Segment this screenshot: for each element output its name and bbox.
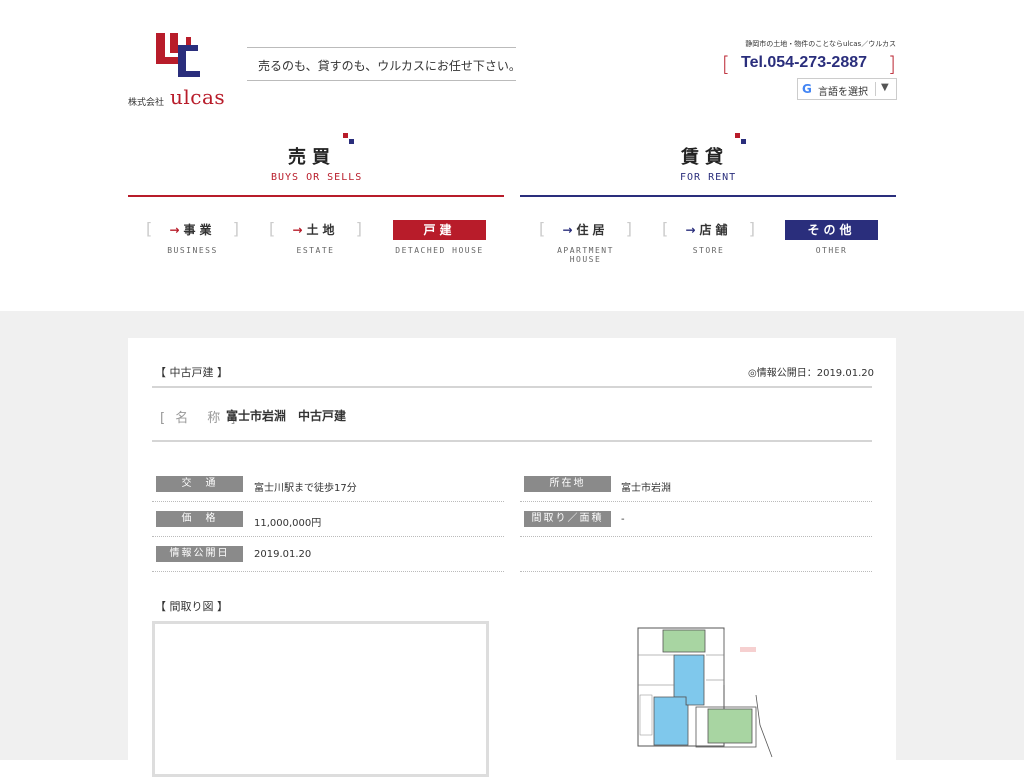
logo-name[interactable]: ulcas — [170, 85, 225, 109]
tagline: 売るのも、貸すのも、ウルカスにお任せ下さい。 — [258, 59, 521, 73]
section-subtitle-rent: FOR RENT — [680, 172, 737, 183]
row-divider — [152, 501, 504, 502]
section-divider-rent — [520, 195, 896, 197]
chevron-down-icon: ▼ — [881, 82, 889, 93]
nav-sub-business: BUSINESS — [167, 246, 218, 255]
nav-sub-apartment: APARTMENT HOUSE — [557, 246, 614, 264]
nav-label: 事業 — [183, 223, 216, 237]
info-label-location: 所在地 — [524, 476, 611, 492]
tel-bracket-left: [ — [722, 52, 730, 76]
floorplan-title: 【 間取り図 】 — [155, 600, 228, 613]
nav-sub-other: OTHER — [815, 246, 848, 255]
info-value-access: 富士川駅まで徒歩17分 — [254, 483, 357, 494]
nav-item-business[interactable]: [→ 事業] — [146, 219, 239, 240]
nav-item-apartment[interactable]: [→ 住居] — [539, 219, 632, 240]
row-divider — [520, 501, 872, 502]
info-label-access: 交 通 — [156, 476, 243, 492]
divider — [152, 386, 872, 388]
arrow-right-icon: → — [685, 223, 696, 237]
nav-item-store[interactable]: [→ 店舗] — [662, 219, 755, 240]
language-select-divider — [875, 82, 876, 96]
arrow-right-icon: → — [562, 223, 573, 237]
decor-square-icon — [349, 139, 354, 144]
nav-sub-detached-house: DETACHED HOUSE — [395, 246, 484, 255]
nav-sub-estate: ESTATE — [296, 246, 335, 255]
row-divider — [152, 536, 504, 537]
floorplan-image[interactable] — [636, 625, 776, 760]
nav-label: 土地 — [306, 223, 339, 237]
section-title-buy: 売買 — [288, 147, 336, 168]
nav-item-other[interactable]: その他 — [785, 220, 878, 240]
row-divider — [520, 571, 872, 572]
decor-square-icon — [741, 139, 746, 144]
decor-square-icon — [735, 133, 740, 138]
info-label-price: 価 格 — [156, 511, 243, 527]
section-subtitle-buy: BUYS OR SELLS — [271, 172, 363, 183]
nav-label: 住居 — [576, 223, 609, 237]
language-select-label: 言語を選択 — [818, 87, 868, 98]
nav-item-estate[interactable]: [→ 土地] — [269, 219, 362, 240]
nav-label: その他 — [807, 223, 856, 237]
info-label-layout: 間取り／面積 — [524, 511, 611, 527]
section-title-rent: 賃貸 — [681, 147, 729, 168]
info-value-layout: - — [621, 514, 625, 525]
info-value-published: 2019.01.20 — [254, 549, 312, 560]
published-date: ◎情報公開日：2019.01.20 — [748, 368, 874, 379]
company-logo-icon[interactable] — [154, 31, 202, 79]
google-icon: G — [802, 82, 812, 96]
phone-number[interactable]: Tel.054-273-2887 — [741, 54, 867, 72]
divider — [152, 440, 872, 442]
section-divider-buy — [128, 195, 504, 197]
nav-item-detached-house[interactable]: 戸建 — [393, 220, 486, 240]
site-description: 静岡市の土地・物件のことならulcas／ウルカス — [745, 40, 896, 48]
info-value-location: 富士市岩淵 — [621, 483, 671, 494]
info-value-price: 11,000,000円 — [254, 518, 322, 529]
logo-company-prefix: 株式会社 — [128, 98, 165, 108]
row-divider — [152, 571, 504, 572]
arrow-right-icon: → — [292, 223, 303, 237]
nav-sub-store: STORE — [692, 246, 725, 255]
info-label-published: 情報公開日 — [156, 546, 243, 562]
arrow-right-icon: → — [169, 223, 180, 237]
photo-frame — [152, 621, 489, 777]
language-select[interactable]: G 言語を選択 ▼ — [797, 78, 897, 100]
property-name: 富士市岩淵 中古戸建 — [226, 409, 347, 423]
property-category: 【 中古戸建 】 — [155, 366, 228, 379]
row-divider — [520, 536, 872, 537]
tel-bracket-right: ] — [888, 52, 896, 76]
decor-square-icon — [343, 133, 348, 138]
nav-label: 戸建 — [423, 223, 456, 237]
nav-label: 店舗 — [699, 223, 732, 237]
